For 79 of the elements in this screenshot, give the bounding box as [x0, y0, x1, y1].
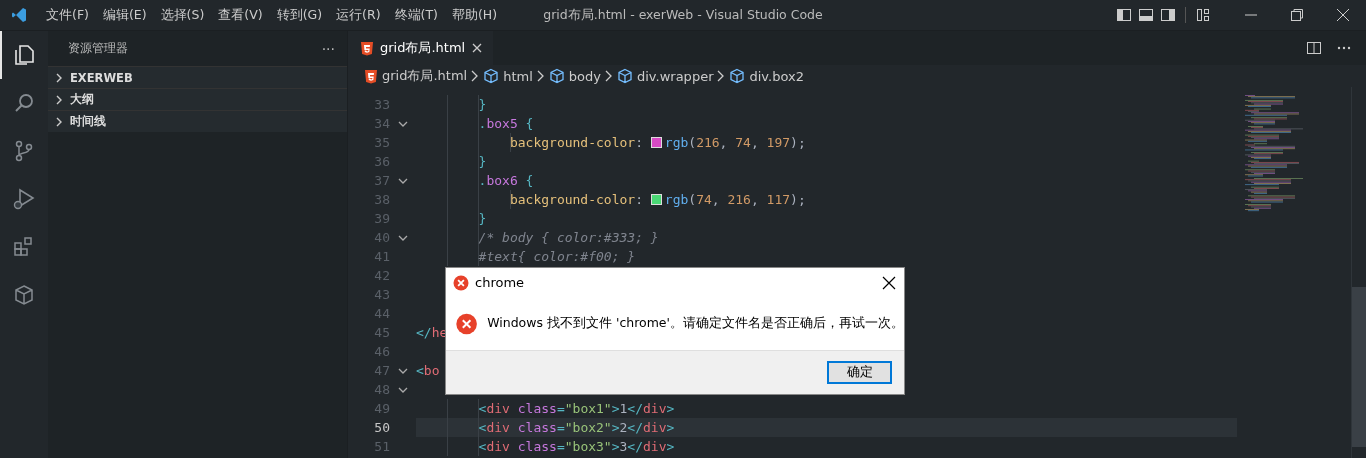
code-text: } [477, 97, 487, 112]
color-swatch[interactable] [650, 194, 662, 205]
breadcrumb-item[interactable]: html [503, 68, 533, 84]
code-text: background-color: rgb(216, 74, 197); [508, 135, 806, 150]
breadcrumb-item[interactable]: div.box2 [749, 68, 804, 84]
scrollbar-thumb[interactable] [1352, 287, 1366, 447]
ok-button[interactable]: 确定 [827, 361, 892, 384]
line-number: 39 [373, 211, 390, 226]
line-number: 43 [373, 287, 390, 302]
line-number: 35 [373, 135, 390, 150]
menu-item[interactable]: 查看(V) [211, 2, 270, 28]
line-number: 51 [373, 439, 390, 454]
sidebar-right-layout-icon[interactable] [1160, 7, 1176, 23]
line-number: 41 [373, 249, 390, 264]
code-text: /* body { color:#333; } [477, 230, 659, 245]
line-number: 44 [373, 306, 390, 321]
breadcrumb-item[interactable]: div.wrapper [637, 68, 714, 84]
html5-icon [364, 68, 378, 84]
code-text: background-color: rgb(74, 216, 117); [508, 192, 806, 207]
error-icon [453, 274, 469, 291]
cube-icon [617, 68, 633, 84]
line-number: 38 [373, 192, 390, 207]
close-icon[interactable] [471, 42, 484, 54]
code-text: <div class="box2">2</div> [477, 420, 675, 435]
chevron-icon [604, 70, 614, 82]
code-text: .box5 { [477, 116, 534, 131]
cube-icon [729, 68, 746, 84]
menu-item[interactable]: 选择(S) [153, 2, 212, 28]
split-editor-icon[interactable] [1306, 40, 1322, 56]
sidebar-layout-icon[interactable] [1116, 7, 1132, 23]
color-swatch[interactable] [650, 137, 662, 148]
line-number: 37 [373, 173, 390, 188]
chevron-icon [535, 70, 546, 82]
code-text: } [477, 154, 487, 169]
line-number: 49 [373, 401, 390, 416]
section-header[interactable]: 大纲 [48, 88, 347, 110]
line-number: 42 [373, 268, 390, 283]
line-number: 33 [373, 97, 390, 112]
close-icon[interactable] [882, 275, 896, 290]
line-number: 36 [373, 154, 390, 169]
html5-icon [360, 40, 374, 56]
code-text: <div class="box1">1</div> [477, 401, 675, 416]
menu-item[interactable]: 终端(T) [387, 2, 445, 28]
files-icon[interactable] [12, 43, 36, 67]
line-number: 34 [373, 116, 390, 131]
menu-item[interactable]: 帮助(H) [444, 2, 505, 28]
section-header[interactable]: 时间线 [48, 110, 347, 132]
cube-icon [548, 68, 565, 84]
package-icon[interactable] [12, 283, 36, 307]
line-number: 46 [373, 344, 390, 359]
dialog-title: chrome [475, 275, 525, 290]
code-text: } [477, 211, 487, 226]
window-title: grid布局.html - exerWeb - Visual Studio Code [543, 6, 823, 22]
code-text: <bo [416, 363, 440, 378]
line-number: 40 [373, 230, 390, 245]
dialog-message: Windows 找不到文件 'chrome'。请确定文件名是否正确后，再试一次。 [487, 315, 904, 332]
menu-item[interactable]: 文件(F) [39, 2, 96, 28]
restore-icon[interactable] [1289, 7, 1305, 23]
line-number: 50 [373, 420, 390, 435]
layout-grid-icon[interactable] [1195, 7, 1211, 23]
code-text: #text{ color:#f00; } [477, 249, 636, 264]
vscode-logo-icon [11, 7, 27, 23]
line-number: 45 [373, 325, 390, 340]
breadcrumb-item[interactable]: body [568, 68, 601, 84]
more-actions-button[interactable]: ··· [321, 40, 335, 57]
breadcrumb-item[interactable]: grid布局.html [382, 67, 468, 85]
run-debug-icon[interactable] [12, 187, 36, 211]
editor-tab[interactable]: grid布局.html [348, 31, 494, 65]
cube-icon [483, 68, 500, 84]
code-text: <div class="box3">3</div> [477, 439, 675, 454]
section-header[interactable]: EXERWEB [48, 66, 347, 88]
line-number: 48 [373, 382, 390, 397]
sidebar-title: 资源管理器 [68, 41, 128, 56]
menu-item[interactable]: 转到(G) [269, 2, 330, 28]
code-text: .box6 { [477, 173, 534, 188]
line-number: 47 [373, 363, 390, 378]
menu-item[interactable]: 运行(R) [329, 2, 388, 28]
panel-layout-icon[interactable] [1138, 7, 1154, 23]
menu-item[interactable]: 编辑(E) [95, 2, 154, 28]
